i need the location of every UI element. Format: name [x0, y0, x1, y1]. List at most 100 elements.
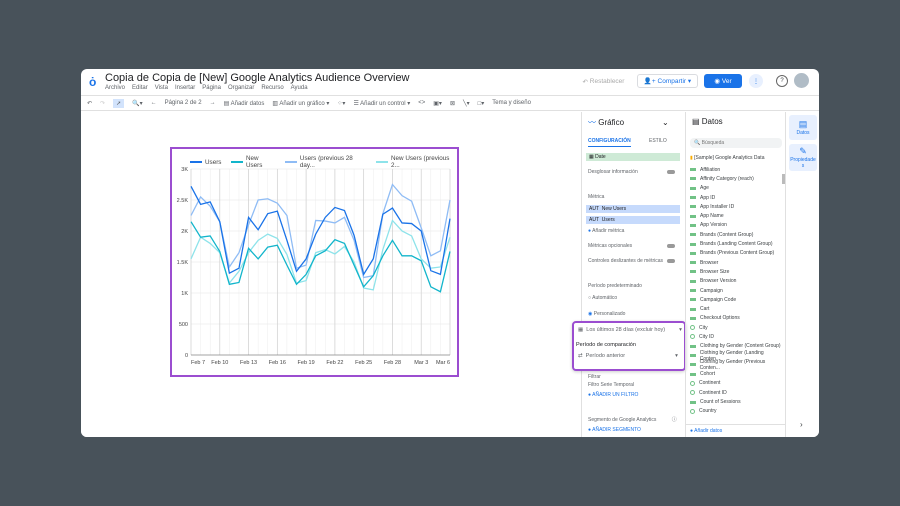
radio-custom[interactable]: ◉ Personalizado — [588, 311, 625, 317]
menu-item[interactable]: Organizar — [228, 85, 254, 91]
text-field-icon — [690, 307, 696, 311]
page-indicator: Página 2 de 2 — [164, 100, 202, 106]
image-icon[interactable]: ▣▾ — [433, 100, 442, 107]
prev-page-icon[interactable]: ← — [151, 100, 157, 106]
next-page-icon[interactable]: → — [210, 100, 216, 106]
series-line-users — [190, 186, 451, 277]
undo-icon[interactable]: ↶ — [87, 100, 92, 107]
field-item[interactable]: Continent ID — [686, 388, 782, 397]
menu-item[interactable]: Ayuda — [291, 85, 308, 91]
field-search-input[interactable]: 🔍 Búsqueda — [690, 138, 782, 148]
x-tick-label: Mar 3 — [414, 360, 428, 366]
field-item[interactable]: Affinity Category (reach) — [686, 174, 782, 183]
field-item[interactable]: Affiliation — [686, 165, 782, 174]
add-filter-button[interactable]: ● AÑADIR UN FILTRO — [588, 392, 638, 398]
help-icon[interactable]: ⓘ — [672, 417, 677, 423]
menu-item[interactable]: Recurso — [261, 85, 283, 91]
add-data-link[interactable]: ● Añadir datos — [686, 424, 786, 437]
field-item[interactable]: Checkout Options — [686, 314, 782, 323]
field-item[interactable]: App Installer ID — [686, 202, 782, 211]
add-data-button[interactable]: ▤ Añadir datos — [224, 100, 265, 107]
field-item[interactable]: Cart — [686, 304, 782, 313]
community-viz-icon[interactable]: ⁘▾ — [337, 100, 345, 107]
restore-button[interactable]: ↶ Restablecer — [576, 75, 631, 88]
data-source[interactable]: ▮ [Sample] Google Analytics Data — [690, 155, 764, 161]
embed-icon[interactable]: <> — [418, 100, 425, 106]
chart-type-selector[interactable]: 〰 Gráfico ⌄ — [588, 117, 669, 128]
field-item[interactable]: Brands (Content Group) — [686, 230, 782, 239]
rail-data-button[interactable]: ▤ Datos — [789, 115, 817, 140]
field-item[interactable]: Browser Version — [686, 277, 782, 286]
share-button[interactable]: 👤+ Compartir ▾ — [637, 74, 698, 88]
geo-field-icon — [690, 334, 695, 340]
field-item[interactable]: Browser Size — [686, 267, 782, 276]
view-label: Ver — [721, 77, 732, 85]
field-item[interactable]: Campaign Code — [686, 295, 782, 304]
add-segment-button[interactable]: ● AÑADIR SEGMENTO — [588, 427, 641, 433]
x-tick-label: Feb 10 — [211, 360, 228, 366]
help-icon[interactable]: ? — [776, 75, 788, 87]
field-item[interactable]: App ID — [686, 193, 782, 202]
field-item[interactable]: Cohort — [686, 370, 782, 379]
text-icon[interactable]: ⊠ — [450, 100, 455, 107]
date-range-dropdown[interactable]: ▦ Los últimos 28 días (excluir hoy) ▾ — [578, 327, 682, 333]
text-field-icon — [690, 270, 696, 274]
menu-item[interactable]: Vista — [155, 85, 168, 91]
tab-estilo[interactable]: ESTILO — [649, 138, 667, 144]
field-item[interactable]: Count of Sessions — [686, 397, 782, 406]
line-icon[interactable]: ╲▾ — [463, 100, 470, 107]
drill-down-toggle[interactable] — [667, 170, 675, 174]
avatar[interactable] — [794, 73, 809, 88]
comparison-period-dropdown[interactable]: ⇄ Período anterior ▾ — [578, 353, 678, 359]
field-item[interactable]: App Version — [686, 221, 782, 230]
metric-chip[interactable]: AUT Users — [586, 216, 680, 224]
field-item[interactable]: Continent — [686, 379, 782, 388]
menu-item[interactable]: Editar — [132, 85, 148, 91]
add-chart-button[interactable]: ▥ Añadir un gráfico ▾ — [272, 100, 329, 107]
x-tick-label: Feb 25 — [355, 360, 372, 366]
text-field-icon — [690, 177, 696, 181]
add-metric-button[interactable]: ● Añadir métrica — [588, 228, 624, 234]
field-item[interactable]: Browser — [686, 258, 782, 267]
segment-heading: Segmento de Google Analytics ⓘ — [588, 416, 677, 423]
more-options-icon[interactable]: ⋮ — [749, 74, 763, 88]
menu-item[interactable]: Archivo — [105, 85, 125, 91]
comparison-period-value: Período anterior — [585, 353, 626, 359]
metric-sliders-toggle[interactable] — [667, 259, 675, 263]
theme-button[interactable]: Tema y diseño — [492, 100, 531, 106]
add-icon: ● — [588, 228, 592, 234]
shape-icon[interactable]: □▾ — [478, 100, 485, 107]
time-series-chart[interactable]: Users New Users Users (previous 28 day... N… — [170, 147, 459, 377]
field-item[interactable]: Age — [686, 184, 782, 193]
field-item[interactable]: Brands (Landing Content Group) — [686, 239, 782, 248]
metric-chip[interactable]: AUT New Users — [586, 205, 680, 213]
analytics-icon: ▮ — [690, 155, 693, 161]
view-button[interactable]: ◉ Ver — [704, 74, 742, 88]
field-item[interactable]: City ID — [686, 332, 782, 341]
field-item[interactable]: Clothing by Gender (Previous Conten... — [686, 359, 782, 371]
field-item[interactable]: App Name — [686, 211, 782, 220]
add-control-button[interactable]: ☰ Añadir un control ▾ — [353, 100, 410, 107]
report-title[interactable]: Copia de Copia de [New] Google Analytics… — [105, 72, 410, 84]
optional-metrics-toggle[interactable] — [667, 244, 675, 248]
menu-item[interactable]: Página — [202, 85, 221, 91]
zoom-icon[interactable]: 🔍▾ — [132, 100, 142, 107]
tab-configuracion[interactable]: CONFIGURACIÓN — [588, 138, 631, 147]
radio-automatic[interactable]: ○ Automático — [588, 295, 617, 301]
field-item[interactable]: Country — [686, 407, 782, 416]
radio-label: Automático — [592, 295, 618, 301]
field-item[interactable]: Brands (Previous Content Group) — [686, 249, 782, 258]
redo-icon[interactable]: ↷ — [100, 100, 105, 107]
menu-item[interactable]: Insertar — [175, 85, 195, 91]
rail-properties-button[interactable]: ✎ Propiedades — [789, 144, 817, 171]
field-item[interactable]: City — [686, 323, 782, 332]
geo-field-icon — [690, 408, 695, 414]
y-tick-label: 2K — [181, 229, 188, 235]
expand-panel-icon[interactable]: › — [800, 420, 803, 429]
dimension-chip[interactable]: ▦ Date — [586, 153, 680, 161]
text-field-icon — [690, 298, 696, 302]
field-item[interactable]: Campaign — [686, 286, 782, 295]
select-tool-icon[interactable]: ➚ — [113, 98, 125, 108]
drill-down-label: Desglosar información — [588, 169, 638, 175]
text-field-icon — [690, 168, 696, 172]
